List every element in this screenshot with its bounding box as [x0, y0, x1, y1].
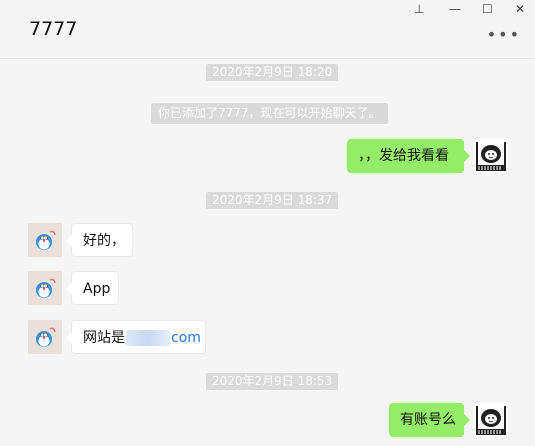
contact-avatar[interactable] [28, 320, 62, 354]
self-avatar[interactable] [474, 403, 508, 437]
message-bubble-other[interactable]: 好的， [66, 223, 133, 257]
system-message: 你已添加了7777，现在可以开始聊天了。 [151, 103, 388, 124]
meme-avatar-icon [474, 403, 508, 437]
message-bubble-self[interactable]: ，，发给我看看 [347, 139, 470, 173]
message-bubble-self[interactable]: 有账号么 [389, 403, 470, 437]
timestamp: 2020年2月9日 18:20 [206, 64, 339, 81]
website-link[interactable]: com [171, 330, 201, 346]
contact-avatar[interactable] [28, 223, 62, 257]
pin-button[interactable]: ⊥ [414, 1, 424, 17]
message-text: 网站是 [83, 330, 125, 346]
minimize-button[interactable]: — [449, 1, 461, 17]
self-avatar[interactable] [474, 139, 508, 173]
chat-title: 7777 [29, 18, 78, 40]
close-button[interactable]: ✕ [515, 1, 525, 17]
doraemon-avatar-icon [28, 271, 62, 305]
timestamp: 2020年2月9日 18:53 [206, 373, 339, 390]
contact-avatar[interactable] [28, 271, 62, 305]
more-options-icon[interactable]: ••• [487, 25, 521, 44]
message-bubble-other[interactable]: App [66, 271, 119, 305]
message-bubble-other[interactable]: 网站是 com [66, 320, 206, 354]
maximize-button[interactable]: ☐ [482, 1, 493, 17]
redacted-area [126, 330, 170, 346]
chat-header: 7777 ⊥ — ☐ ✕ ••• [0, 0, 535, 59]
timestamp: 2020年2月9日 18:37 [206, 192, 339, 209]
doraemon-avatar-icon [28, 223, 62, 257]
meme-avatar-icon [474, 139, 508, 173]
doraemon-avatar-icon [28, 320, 62, 354]
